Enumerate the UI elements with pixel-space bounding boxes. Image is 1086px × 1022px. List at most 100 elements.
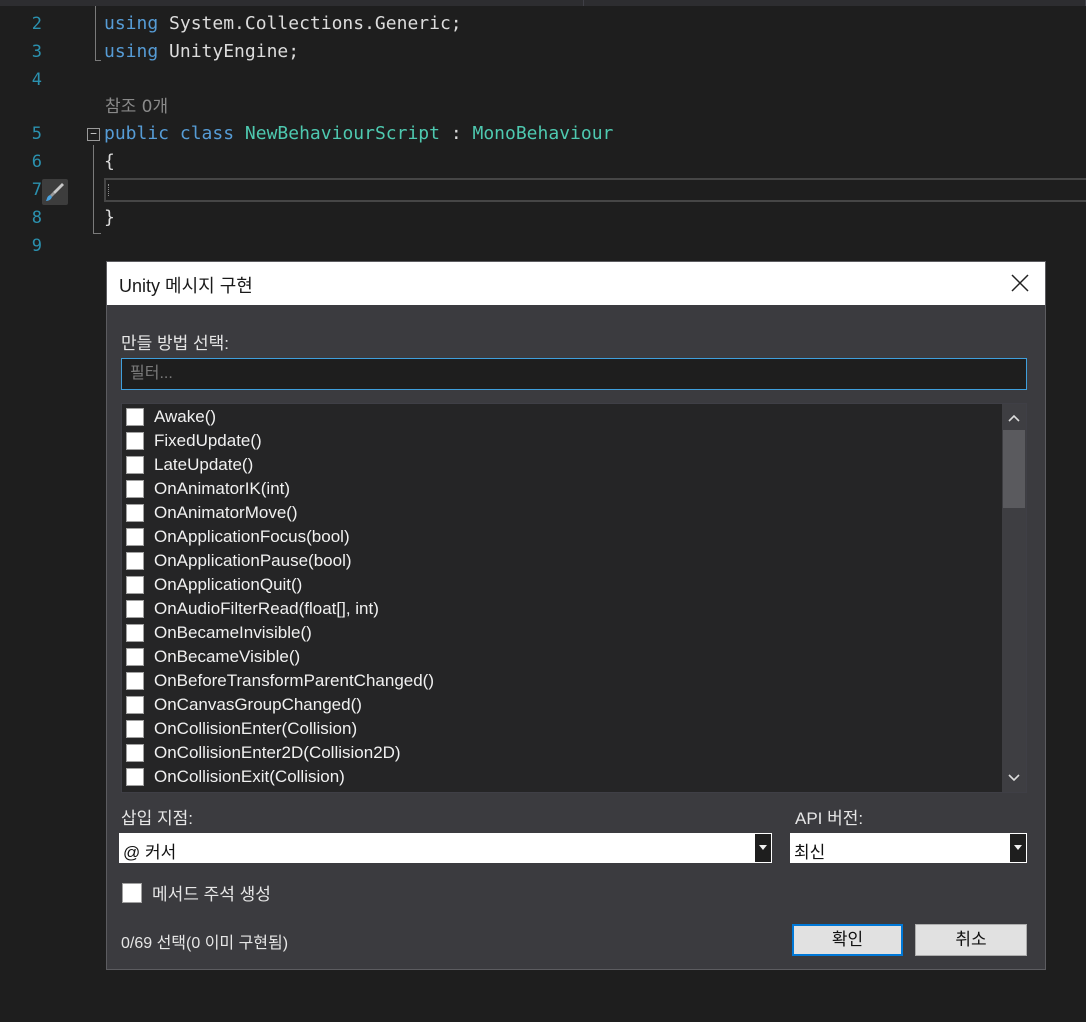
method-list-scrollbar[interactable]: [1002, 404, 1026, 792]
method-list-item[interactable]: Awake(): [126, 405, 216, 429]
code-line[interactable]: using System.Collections.Generic;: [104, 10, 462, 38]
outline-guide-end: [95, 60, 101, 61]
keyword: class: [179, 123, 235, 144]
method-comments-option[interactable]: 메서드 주석 생성: [122, 880, 271, 905]
method-list-item[interactable]: OnCollisionEnter2D(Collision2D): [126, 741, 401, 765]
insert-point-dropdown[interactable]: @ 커서: [119, 833, 772, 863]
method-checkbox[interactable]: [126, 720, 144, 738]
method-name: OnApplicationFocus(bool): [154, 527, 350, 546]
line-number: 8: [31, 208, 42, 228]
method-checkbox[interactable]: [126, 672, 144, 690]
method-checkbox[interactable]: [126, 456, 144, 474]
method-list-item[interactable]: OnBecameInvisible(): [126, 621, 312, 645]
method-name: Awake(): [154, 407, 217, 426]
method-checkbox[interactable]: [126, 408, 144, 426]
dropdown-button[interactable]: [755, 834, 771, 862]
method-list-item[interactable]: OnAnimatorMove(): [126, 501, 298, 525]
dialog-title-bar[interactable]: Unity 메시지 구현: [107, 262, 1045, 305]
base-class: MonoBehaviour: [472, 123, 614, 144]
outline-guide: [93, 145, 94, 233]
method-checkbox[interactable]: [126, 576, 144, 594]
create-method-label: 만들 방법 선택:: [121, 334, 230, 353]
method-checkbox[interactable]: [126, 648, 144, 666]
method-checkbox[interactable]: [126, 432, 144, 450]
api-version-value: 최신: [794, 843, 826, 862]
method-list-item[interactable]: OnBeforeTransformParentChanged(): [126, 669, 434, 693]
line-number: 9: [31, 236, 42, 256]
method-name: OnBecameVisible(): [154, 647, 301, 666]
method-checkbox[interactable]: [126, 600, 144, 618]
line-number: 2: [31, 14, 42, 34]
method-list-item[interactable]: OnCollisionEnter(Collision): [126, 717, 357, 741]
method-list[interactable]: Awake() FixedUpdate() LateUpdate() OnAnimat…: [121, 403, 1027, 793]
line-number: 7: [31, 180, 42, 200]
method-checkbox[interactable]: [126, 552, 144, 570]
code-editor[interactable]: 2 3 4 5 6 7 8 9 using System.Collections…: [0, 6, 1086, 262]
outline-guide: [95, 6, 96, 60]
api-version-dropdown[interactable]: 최신: [790, 833, 1027, 863]
method-name: OnBeforeTransformParentChanged(): [154, 671, 435, 690]
quick-actions-brush-icon[interactable]: [42, 179, 68, 205]
method-list-item[interactable]: OnAnimatorIK(int): [126, 477, 290, 501]
method-list-item[interactable]: FixedUpdate(): [126, 429, 262, 453]
method-comments-label: 메서드 주석 생성: [152, 885, 271, 904]
code-line[interactable]: using UnityEngine;: [104, 38, 299, 66]
chevron-up-icon: [1008, 414, 1020, 422]
namespace: UnityEngine;: [169, 41, 300, 62]
line-number: 6: [31, 152, 42, 172]
scroll-up-button[interactable]: [1002, 406, 1026, 430]
method-checkbox[interactable]: [126, 624, 144, 642]
unity-message-dialog: Unity 메시지 구현 만들 방법 선택: Awake() FixedUpdat…: [106, 261, 1046, 970]
filter-input[interactable]: [121, 358, 1027, 390]
outline-guide-end: [93, 233, 101, 234]
code-line[interactable]: public class NewBehaviourScript : MonoBe…: [104, 120, 613, 148]
line-number: 5: [31, 124, 42, 144]
method-checkbox[interactable]: [126, 504, 144, 522]
current-line-highlight: [104, 178, 1086, 202]
method-name: OnAnimatorMove(): [154, 503, 298, 522]
method-name: OnApplicationPause(bool): [154, 551, 352, 570]
method-name: LateUpdate(): [154, 455, 254, 474]
cancel-button[interactable]: 취소: [915, 924, 1027, 956]
method-name: OnAudioFilterRead(float[], int): [154, 599, 379, 618]
method-list-item[interactable]: LateUpdate(): [126, 453, 253, 477]
scroll-thumb[interactable]: [1003, 430, 1025, 508]
dropdown-button[interactable]: [1010, 834, 1026, 862]
method-list-item[interactable]: OnApplicationPause(bool): [126, 549, 352, 573]
class-name: NewBehaviourScript: [244, 123, 440, 144]
method-name: OnAnimatorIK(int): [154, 479, 291, 498]
method-checkbox[interactable]: [126, 528, 144, 546]
line-number: 3: [31, 42, 42, 62]
method-checkbox[interactable]: [126, 480, 144, 498]
method-checkbox[interactable]: [126, 768, 144, 786]
method-name: OnCanvasGroupChanged(): [154, 695, 362, 714]
caret-down-icon: [759, 845, 767, 850]
method-list-item[interactable]: OnBecameVisible(): [126, 645, 300, 669]
method-list-item[interactable]: OnApplicationQuit(): [126, 573, 302, 597]
method-name: OnCollisionEnter(Collision): [154, 719, 358, 738]
ok-button[interactable]: 확인: [792, 924, 903, 956]
method-checkbox[interactable]: [126, 744, 144, 762]
code-line[interactable]: {: [104, 148, 115, 176]
colon: :: [439, 123, 473, 144]
close-button[interactable]: [1007, 270, 1033, 296]
indent-guide: [108, 184, 109, 196]
api-version-label: API 버전:: [795, 809, 864, 828]
method-name: OnCollisionExit(Collision): [154, 767, 345, 786]
insert-point-label: 삽입 지점:: [121, 809, 194, 828]
method-checkbox[interactable]: [126, 696, 144, 714]
namespace: System.Collections.Generic;: [169, 13, 462, 34]
selection-status: 0/69 선택(0 이미 구현됨): [121, 935, 289, 952]
code-line[interactable]: }: [104, 204, 115, 232]
method-list-item[interactable]: OnApplicationFocus(bool): [126, 525, 350, 549]
collapse-toggle[interactable]: −: [87, 128, 100, 141]
codelens-references[interactable]: 참조 0개: [105, 94, 168, 120]
close-icon: [1011, 274, 1029, 292]
method-list-item[interactable]: OnAudioFilterRead(float[], int): [126, 597, 379, 621]
method-list-item[interactable]: OnCanvasGroupChanged(): [126, 693, 362, 717]
scroll-down-button[interactable]: [1002, 766, 1026, 790]
method-list-item[interactable]: OnCollisionExit(Collision): [126, 765, 345, 789]
dialog-title: Unity 메시지 구현: [119, 276, 253, 296]
method-name: OnApplicationQuit(): [154, 575, 303, 594]
method-comments-checkbox[interactable]: [122, 882, 142, 903]
